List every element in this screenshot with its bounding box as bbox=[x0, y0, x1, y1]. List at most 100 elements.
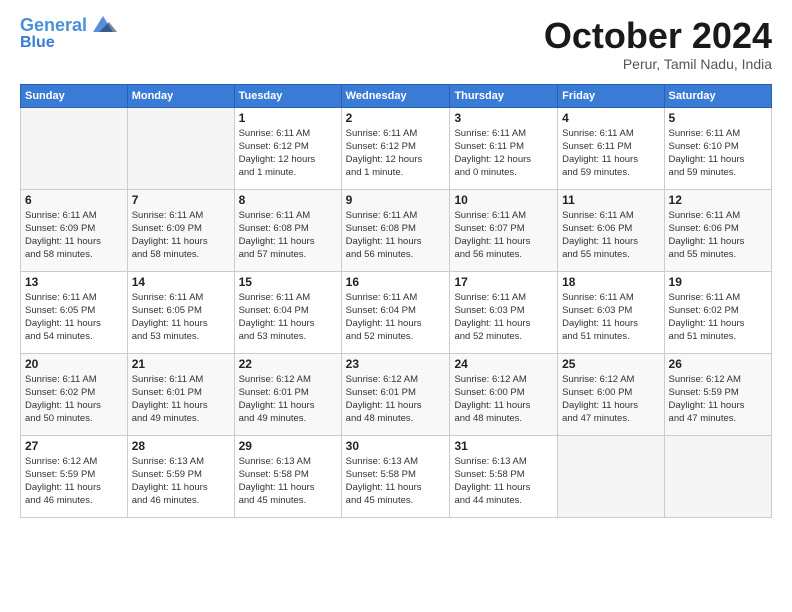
day-number: 9 bbox=[346, 193, 446, 207]
day-info: Sunrise: 6:12 AM Sunset: 6:00 PM Dayligh… bbox=[562, 373, 659, 426]
day-info: Sunrise: 6:11 AM Sunset: 6:02 PM Dayligh… bbox=[669, 291, 767, 344]
day-number: 15 bbox=[239, 275, 337, 289]
day-cell: 29 Sunrise: 6:13 AM Sunset: 5:58 PM Dayli… bbox=[234, 435, 341, 517]
day-cell: 4Sunrise: 6:11 AM Sunset: 6:11 PM Daylig… bbox=[558, 107, 664, 189]
day-cell: 26 Sunrise: 6:12 AM Sunset: 5:59 PM Dayli… bbox=[664, 353, 771, 435]
day-cell: 1 Sunrise: 6:11 AM Sunset: 6:12 PM Daylig… bbox=[234, 107, 341, 189]
day-number: 17 bbox=[454, 275, 553, 289]
day-cell: 5 Sunrise: 6:11 AM Sunset: 6:10 PM Daylig… bbox=[664, 107, 771, 189]
header: General Blue October 2024 Perur, Tamil N… bbox=[20, 16, 772, 72]
header-day-friday: Friday bbox=[558, 84, 664, 107]
calendar-header: SundayMondayTuesdayWednesdayThursdayFrid… bbox=[21, 84, 772, 107]
day-info: Sunrise: 6:13 AM Sunset: 5:58 PM Dayligh… bbox=[346, 455, 446, 508]
day-cell: 24Sunrise: 6:12 AM Sunset: 6:00 PM Dayli… bbox=[450, 353, 558, 435]
day-info: Sunrise: 6:12 AM Sunset: 5:59 PM Dayligh… bbox=[25, 455, 123, 508]
day-cell: 19 Sunrise: 6:11 AM Sunset: 6:02 PM Dayli… bbox=[664, 271, 771, 353]
day-cell bbox=[127, 107, 234, 189]
day-number: 11 bbox=[562, 193, 659, 207]
day-number: 6 bbox=[25, 193, 123, 207]
week-row-2: 6 Sunrise: 6:11 AM Sunset: 6:09 PM Daylig… bbox=[21, 189, 772, 271]
day-number: 28 bbox=[132, 439, 230, 453]
day-info: Sunrise: 6:12 AM Sunset: 6:01 PM Dayligh… bbox=[239, 373, 337, 426]
day-info: Sunrise: 6:11 AM Sunset: 6:09 PM Dayligh… bbox=[132, 209, 230, 262]
day-info: Sunrise: 6:11 AM Sunset: 6:05 PM Dayligh… bbox=[132, 291, 230, 344]
day-info: Sunrise: 6:11 AM Sunset: 6:04 PM Dayligh… bbox=[239, 291, 337, 344]
day-cell: 6 Sunrise: 6:11 AM Sunset: 6:09 PM Daylig… bbox=[21, 189, 128, 271]
day-number: 19 bbox=[669, 275, 767, 289]
day-cell: 3Sunrise: 6:11 AM Sunset: 6:11 PM Daylig… bbox=[450, 107, 558, 189]
logo-icon bbox=[89, 14, 117, 36]
header-day-thursday: Thursday bbox=[450, 84, 558, 107]
day-number: 30 bbox=[346, 439, 446, 453]
day-number: 5 bbox=[669, 111, 767, 125]
day-cell: 18Sunrise: 6:11 AM Sunset: 6:03 PM Dayli… bbox=[558, 271, 664, 353]
day-info: Sunrise: 6:12 AM Sunset: 5:59 PM Dayligh… bbox=[669, 373, 767, 426]
day-number: 12 bbox=[669, 193, 767, 207]
day-number: 1 bbox=[239, 111, 337, 125]
calendar-table: SundayMondayTuesdayWednesdayThursdayFrid… bbox=[20, 84, 772, 518]
day-cell: 17Sunrise: 6:11 AM Sunset: 6:03 PM Dayli… bbox=[450, 271, 558, 353]
day-info: Sunrise: 6:11 AM Sunset: 6:10 PM Dayligh… bbox=[669, 127, 767, 180]
logo-line1: General bbox=[20, 15, 87, 35]
day-cell: 20Sunrise: 6:11 AM Sunset: 6:02 PM Dayli… bbox=[21, 353, 128, 435]
day-number: 13 bbox=[25, 275, 123, 289]
header-day-monday: Monday bbox=[127, 84, 234, 107]
day-cell: 31 Sunrise: 6:13 AM Sunset: 5:58 PM Dayli… bbox=[450, 435, 558, 517]
day-info: Sunrise: 6:11 AM Sunset: 6:07 PM Dayligh… bbox=[454, 209, 553, 262]
day-number: 10 bbox=[454, 193, 553, 207]
day-info: Sunrise: 6:12 AM Sunset: 6:01 PM Dayligh… bbox=[346, 373, 446, 426]
location-subtitle: Perur, Tamil Nadu, India bbox=[544, 56, 772, 72]
day-number: 8 bbox=[239, 193, 337, 207]
day-info: Sunrise: 6:13 AM Sunset: 5:58 PM Dayligh… bbox=[239, 455, 337, 508]
day-cell: 28 Sunrise: 6:13 AM Sunset: 5:59 PM Dayli… bbox=[127, 435, 234, 517]
day-cell: 2 Sunrise: 6:11 AM Sunset: 6:12 PM Daylig… bbox=[341, 107, 450, 189]
title-block: October 2024 Perur, Tamil Nadu, India bbox=[544, 16, 772, 72]
day-cell bbox=[664, 435, 771, 517]
day-cell: 16Sunrise: 6:11 AM Sunset: 6:04 PM Dayli… bbox=[341, 271, 450, 353]
header-day-saturday: Saturday bbox=[664, 84, 771, 107]
day-cell: 14 Sunrise: 6:11 AM Sunset: 6:05 PM Dayli… bbox=[127, 271, 234, 353]
week-row-5: 27Sunrise: 6:12 AM Sunset: 5:59 PM Dayli… bbox=[21, 435, 772, 517]
day-info: Sunrise: 6:11 AM Sunset: 6:06 PM Dayligh… bbox=[562, 209, 659, 262]
day-number: 26 bbox=[669, 357, 767, 371]
day-info: Sunrise: 6:13 AM Sunset: 5:58 PM Dayligh… bbox=[454, 455, 553, 508]
week-row-4: 20Sunrise: 6:11 AM Sunset: 6:02 PM Dayli… bbox=[21, 353, 772, 435]
day-number: 18 bbox=[562, 275, 659, 289]
logo-text: General bbox=[20, 16, 87, 36]
day-info: Sunrise: 6:11 AM Sunset: 6:05 PM Dayligh… bbox=[25, 291, 123, 344]
day-cell: 9Sunrise: 6:11 AM Sunset: 6:08 PM Daylig… bbox=[341, 189, 450, 271]
day-cell: 13 Sunrise: 6:11 AM Sunset: 6:05 PM Dayli… bbox=[21, 271, 128, 353]
day-number: 3 bbox=[454, 111, 553, 125]
week-row-3: 13 Sunrise: 6:11 AM Sunset: 6:05 PM Dayli… bbox=[21, 271, 772, 353]
page: General Blue October 2024 Perur, Tamil N… bbox=[0, 0, 792, 612]
day-info: Sunrise: 6:11 AM Sunset: 6:12 PM Dayligh… bbox=[346, 127, 446, 180]
day-info: Sunrise: 6:11 AM Sunset: 6:11 PM Dayligh… bbox=[562, 127, 659, 180]
day-info: Sunrise: 6:11 AM Sunset: 6:09 PM Dayligh… bbox=[25, 209, 123, 262]
day-info: Sunrise: 6:12 AM Sunset: 6:00 PM Dayligh… bbox=[454, 373, 553, 426]
day-cell: 11 Sunrise: 6:11 AM Sunset: 6:06 PM Dayli… bbox=[558, 189, 664, 271]
month-title: October 2024 bbox=[544, 16, 772, 56]
day-cell: 30 Sunrise: 6:13 AM Sunset: 5:58 PM Dayli… bbox=[341, 435, 450, 517]
day-cell: 22Sunrise: 6:12 AM Sunset: 6:01 PM Dayli… bbox=[234, 353, 341, 435]
day-cell bbox=[558, 435, 664, 517]
header-row: SundayMondayTuesdayWednesdayThursdayFrid… bbox=[21, 84, 772, 107]
calendar-body: 1 Sunrise: 6:11 AM Sunset: 6:12 PM Daylig… bbox=[21, 107, 772, 517]
day-cell bbox=[21, 107, 128, 189]
day-info: Sunrise: 6:11 AM Sunset: 6:02 PM Dayligh… bbox=[25, 373, 123, 426]
day-number: 31 bbox=[454, 439, 553, 453]
day-number: 2 bbox=[346, 111, 446, 125]
day-info: Sunrise: 6:11 AM Sunset: 6:08 PM Dayligh… bbox=[239, 209, 337, 262]
day-cell: 10 Sunrise: 6:11 AM Sunset: 6:07 PM Dayli… bbox=[450, 189, 558, 271]
day-info: Sunrise: 6:11 AM Sunset: 6:01 PM Dayligh… bbox=[132, 373, 230, 426]
day-info: Sunrise: 6:13 AM Sunset: 5:59 PM Dayligh… bbox=[132, 455, 230, 508]
day-info: Sunrise: 6:11 AM Sunset: 6:12 PM Dayligh… bbox=[239, 127, 337, 180]
day-number: 16 bbox=[346, 275, 446, 289]
day-cell: 23Sunrise: 6:12 AM Sunset: 6:01 PM Dayli… bbox=[341, 353, 450, 435]
header-day-sunday: Sunday bbox=[21, 84, 128, 107]
day-cell: 8 Sunrise: 6:11 AM Sunset: 6:08 PM Daylig… bbox=[234, 189, 341, 271]
header-day-wednesday: Wednesday bbox=[341, 84, 450, 107]
day-number: 29 bbox=[239, 439, 337, 453]
logo-line2: Blue bbox=[20, 34, 117, 52]
day-number: 14 bbox=[132, 275, 230, 289]
day-cell: 21Sunrise: 6:11 AM Sunset: 6:01 PM Dayli… bbox=[127, 353, 234, 435]
